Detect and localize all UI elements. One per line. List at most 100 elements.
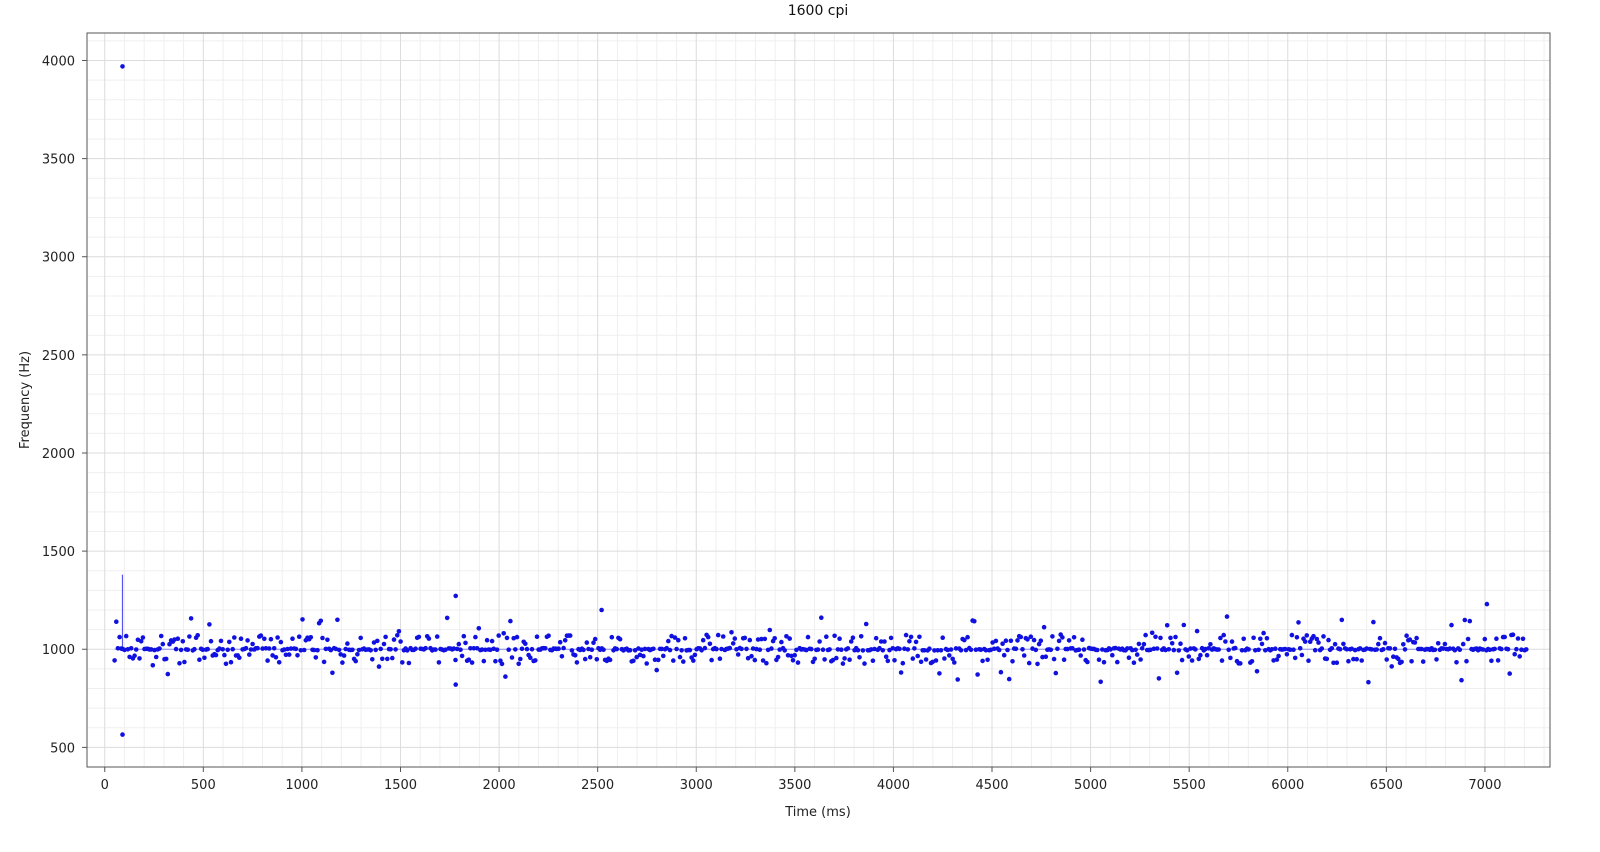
data-point bbox=[752, 657, 758, 663]
data-point bbox=[1404, 633, 1409, 638]
data-point bbox=[1081, 647, 1087, 652]
data-point bbox=[1334, 660, 1340, 665]
data-point bbox=[112, 658, 117, 663]
data-point bbox=[1166, 647, 1172, 652]
data-point bbox=[533, 658, 538, 663]
data-point bbox=[767, 627, 773, 633]
data-point bbox=[1273, 646, 1278, 651]
data-point bbox=[567, 633, 573, 638]
data-point bbox=[739, 646, 744, 652]
data-point bbox=[682, 636, 688, 641]
data-point bbox=[484, 637, 490, 643]
data-point bbox=[320, 635, 325, 641]
data-point bbox=[897, 646, 902, 652]
data-point bbox=[1319, 646, 1325, 651]
data-point bbox=[679, 648, 684, 653]
data-point bbox=[1246, 647, 1251, 652]
data-point bbox=[832, 633, 837, 639]
data-point bbox=[883, 654, 889, 659]
data-point bbox=[228, 659, 234, 665]
data-point bbox=[178, 647, 184, 653]
data-point bbox=[998, 669, 1004, 675]
data-point bbox=[769, 646, 774, 651]
data-point bbox=[805, 634, 811, 640]
data-point bbox=[140, 635, 146, 640]
data-point bbox=[1291, 647, 1296, 652]
data-point bbox=[150, 663, 156, 668]
data-point bbox=[1226, 647, 1231, 653]
data-point bbox=[1228, 655, 1233, 661]
data-point bbox=[609, 634, 615, 640]
data-point bbox=[1229, 639, 1235, 644]
data-point bbox=[863, 621, 869, 627]
data-point bbox=[1284, 652, 1290, 657]
data-point bbox=[1482, 636, 1488, 642]
data-point bbox=[809, 646, 814, 652]
data-point bbox=[1387, 646, 1393, 651]
data-point bbox=[1043, 654, 1049, 659]
data-point bbox=[656, 657, 661, 663]
data-point bbox=[1402, 647, 1408, 652]
data-point bbox=[1076, 647, 1082, 652]
data-point bbox=[559, 654, 565, 659]
data-point bbox=[278, 639, 284, 645]
data-point bbox=[845, 646, 851, 651]
data-point bbox=[1412, 640, 1418, 645]
data-point bbox=[862, 661, 867, 666]
chart-background bbox=[0, 0, 1600, 852]
data-point bbox=[514, 634, 520, 640]
data-point bbox=[744, 646, 749, 652]
data-point bbox=[1312, 647, 1318, 653]
data-point bbox=[787, 636, 792, 641]
data-point bbox=[524, 646, 530, 652]
data-point bbox=[237, 655, 242, 660]
data-point bbox=[644, 661, 649, 666]
data-point bbox=[300, 617, 305, 622]
data-point bbox=[396, 629, 402, 634]
data-point bbox=[1141, 641, 1147, 647]
data-point bbox=[1409, 659, 1414, 664]
data-point bbox=[937, 671, 942, 676]
data-point bbox=[1346, 658, 1351, 664]
data-point bbox=[376, 664, 382, 669]
data-point bbox=[1223, 639, 1228, 644]
data-point bbox=[197, 657, 202, 662]
y-tick-label: 2500 bbox=[42, 349, 75, 364]
data-point bbox=[942, 656, 947, 661]
data-point bbox=[1216, 647, 1221, 652]
data-point bbox=[1517, 654, 1522, 659]
data-point bbox=[1048, 647, 1054, 653]
data-point bbox=[1420, 659, 1426, 664]
data-point bbox=[208, 638, 214, 644]
data-point bbox=[213, 652, 219, 658]
data-point bbox=[1169, 641, 1175, 646]
data-point bbox=[556, 646, 561, 651]
y-tick-label: 4000 bbox=[42, 54, 75, 69]
data-point bbox=[824, 634, 829, 639]
data-point bbox=[1060, 635, 1065, 640]
y-tick-label: 3000 bbox=[42, 251, 75, 266]
data-point bbox=[375, 638, 380, 644]
data-point bbox=[858, 634, 864, 639]
data-point bbox=[819, 615, 824, 620]
data-point bbox=[481, 658, 487, 664]
data-point bbox=[262, 636, 267, 642]
data-point bbox=[137, 656, 142, 661]
data-point bbox=[1219, 658, 1225, 663]
data-point bbox=[509, 655, 515, 660]
data-point bbox=[1003, 638, 1009, 643]
data-point bbox=[601, 647, 606, 652]
data-point bbox=[1492, 646, 1497, 652]
data-point bbox=[458, 647, 463, 652]
data-point bbox=[273, 655, 279, 660]
data-point bbox=[340, 660, 345, 665]
x-tick-label: 7000 bbox=[1468, 778, 1501, 793]
data-point bbox=[965, 634, 970, 640]
data-point bbox=[494, 647, 500, 652]
data-point bbox=[1085, 659, 1090, 665]
data-point bbox=[295, 653, 300, 658]
data-point bbox=[506, 647, 512, 652]
data-point bbox=[594, 657, 600, 662]
data-point bbox=[301, 647, 307, 653]
data-point bbox=[1001, 652, 1007, 658]
